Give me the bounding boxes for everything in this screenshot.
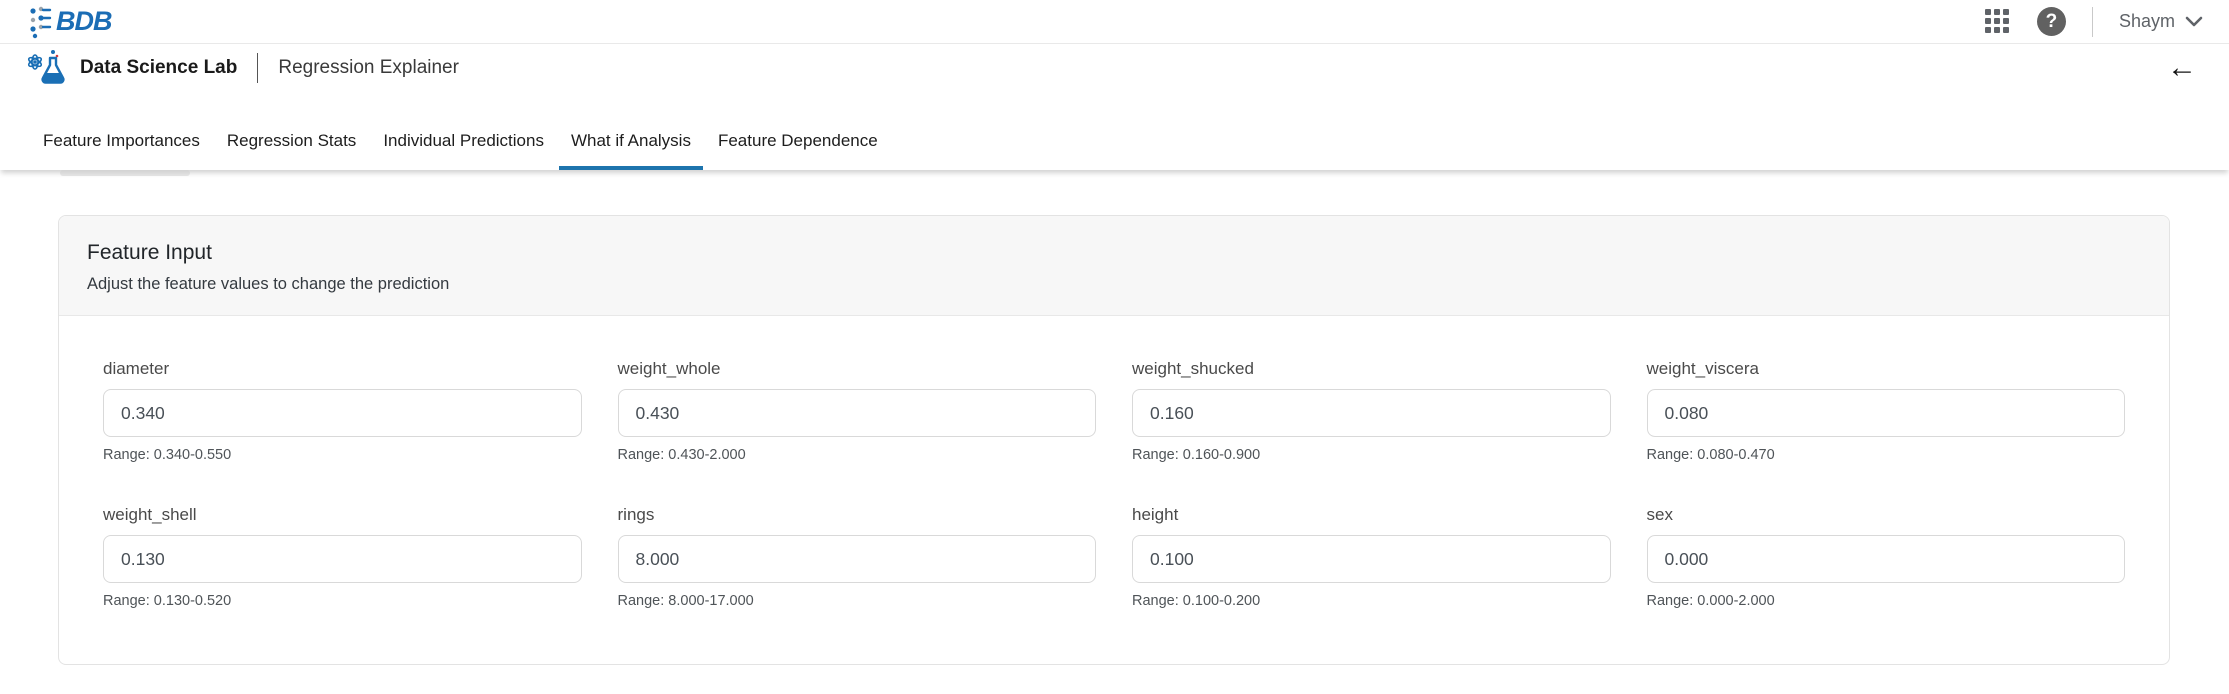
main-content: Feature Input Adjust the feature values …: [0, 170, 2229, 665]
field-label: rings: [618, 505, 1097, 525]
card-subtitle: Adjust the feature values to change the …: [87, 275, 2141, 294]
chevron-down-icon: [2185, 16, 2203, 27]
bdb-logo[interactable]: BDB: [28, 5, 112, 39]
card-title: Feature Input: [87, 241, 2141, 265]
field-rings: rings Range: 8.000-17.000: [618, 505, 1097, 609]
field-sex: sex Range: 0.000-2.000: [1647, 505, 2126, 609]
tab-regression-stats[interactable]: Regression Stats: [215, 131, 368, 170]
tab-individual-predictions[interactable]: Individual Predictions: [371, 131, 556, 170]
input-weight-whole[interactable]: [618, 389, 1097, 437]
field-range: Range: 0.130-0.520: [103, 593, 582, 609]
feature-input-card: Feature Input Adjust the feature values …: [58, 215, 2170, 665]
field-range: Range: 0.080-0.470: [1647, 447, 2126, 463]
field-range: Range: 0.340-0.550: [103, 447, 582, 463]
feature-input-grid: diameter Range: 0.340-0.550 weight_whole…: [59, 316, 2169, 609]
input-weight-viscera[interactable]: [1647, 389, 2126, 437]
tabs-scrollbar-thumb[interactable]: [60, 170, 190, 176]
field-label: height: [1132, 505, 1611, 525]
field-label: weight_shell: [103, 505, 582, 525]
tab-what-if-analysis[interactable]: What if Analysis: [559, 131, 703, 170]
tab-feature-dependence[interactable]: Feature Dependence: [706, 131, 890, 170]
user-name: Shaym: [2119, 11, 2175, 32]
logo-circuit-icon: [28, 5, 54, 39]
back-arrow-icon[interactable]: ←: [2161, 53, 2203, 83]
help-icon[interactable]: ?: [2037, 7, 2066, 36]
field-range: Range: 0.100-0.200: [1132, 593, 1611, 609]
input-height[interactable]: [1132, 535, 1611, 583]
input-diameter[interactable]: [103, 389, 582, 437]
apps-grid-icon[interactable]: [1985, 9, 2011, 35]
field-label: weight_shucked: [1132, 359, 1611, 379]
topbar-divider: [2092, 7, 2093, 37]
field-label: weight_whole: [618, 359, 1097, 379]
input-weight-shell[interactable]: [103, 535, 582, 583]
field-label: weight_viscera: [1647, 359, 2126, 379]
field-label: sex: [1647, 505, 2126, 525]
input-rings[interactable]: [618, 535, 1097, 583]
field-label: diameter: [103, 359, 582, 379]
field-range: Range: 0.430-2.000: [618, 447, 1097, 463]
field-weight-viscera: weight_viscera Range: 0.080-0.470: [1647, 359, 2126, 463]
field-weight-shell: weight_shell Range: 0.130-0.520: [103, 505, 582, 609]
field-height: height Range: 0.100-0.200: [1132, 505, 1611, 609]
logo-text: BDB: [56, 6, 112, 37]
feature-input-card-header: Feature Input Adjust the feature values …: [59, 216, 2169, 316]
top-bar: BDB ? Shaym: [0, 0, 2229, 44]
field-weight-shucked: weight_shucked Range: 0.160-0.900: [1132, 359, 1611, 463]
field-weight-whole: weight_whole Range: 0.430-2.000: [618, 359, 1097, 463]
tab-bar: Feature Importances Regression Stats Ind…: [0, 91, 2229, 170]
field-range: Range: 0.160-0.900: [1132, 447, 1611, 463]
user-menu[interactable]: Shaym: [2119, 11, 2203, 32]
data-science-lab-flask-icon: [26, 47, 68, 89]
app-header: Data Science Lab Regression Explainer ←: [0, 44, 2229, 91]
field-range: Range: 0.000-2.000: [1647, 593, 2126, 609]
field-diameter: diameter Range: 0.340-0.550: [103, 359, 582, 463]
help-glyph: ?: [2046, 11, 2058, 33]
header-block: Data Science Lab Regression Explainer ← …: [0, 44, 2229, 170]
app-name: Data Science Lab: [80, 57, 237, 79]
input-sex[interactable]: [1647, 535, 2126, 583]
input-weight-shucked[interactable]: [1132, 389, 1611, 437]
page-title: Regression Explainer: [278, 57, 459, 79]
topbar-actions: ? Shaym: [1985, 7, 2203, 37]
tab-feature-importances[interactable]: Feature Importances: [31, 131, 212, 170]
field-range: Range: 8.000-17.000: [618, 593, 1097, 609]
header-separator: [257, 53, 258, 83]
